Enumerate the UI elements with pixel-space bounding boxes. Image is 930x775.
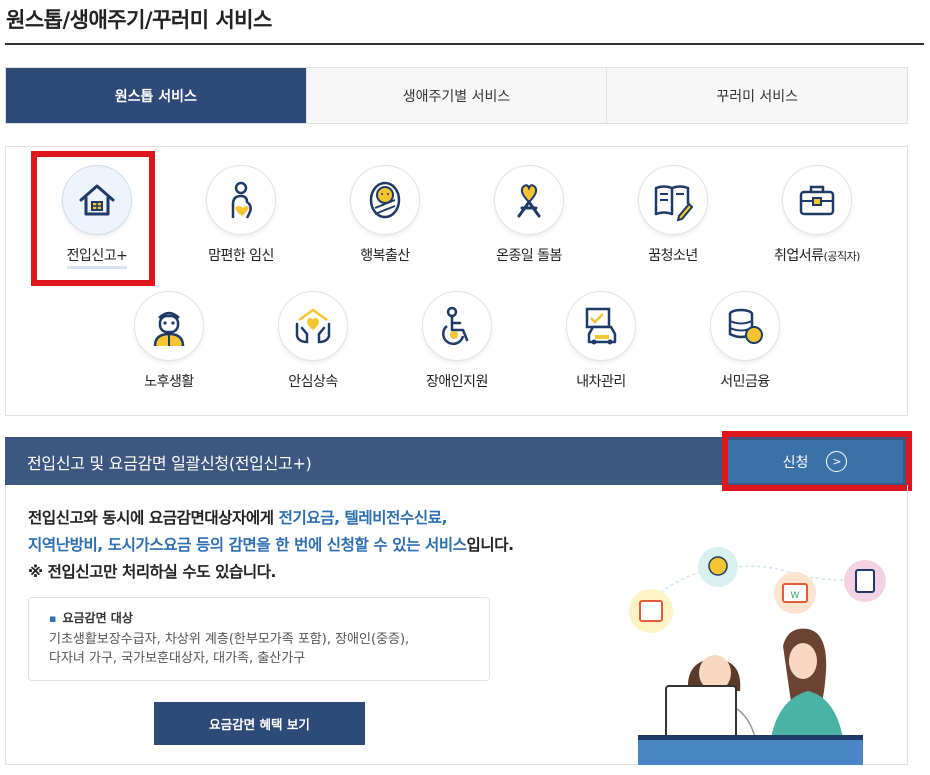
book-pencil-icon [638,165,708,235]
service-label: 장애인지원 [426,374,488,390]
service-description: 전입신고와 동시에 요금감면대상자에게 전기요금, 텔레비전수신료, 지역난방비… [28,509,514,581]
service-all-day-care[interactable]: 온종일 돌봄 [464,165,594,265]
page-title: 원스톱/생애주기/꾸러미 서비스 [6,8,272,32]
service-youth[interactable]: 꿈청소년 [608,165,738,265]
service-childbirth[interactable]: 행복출산 [320,165,450,265]
tab-lifecycle[interactable]: 생애주기별 서비스 [305,68,607,123]
view-benefits-button[interactable]: 요금감면 혜택 보기 [154,702,365,745]
car-document-icon [566,291,636,361]
service-move-in-report[interactable]: 전입신고+ [32,165,162,269]
house-icon [62,165,132,235]
service-label: 내차관리 [576,374,626,390]
svg-text:W: W [791,591,800,601]
tab-onestop[interactable]: 원스톱 서비스 [6,68,306,123]
chevron-right-icon: > [826,451,848,472]
banner-title: 전입신고 및 요금감면 일괄신청(전입신고+) [27,454,312,473]
service-tabs: 원스톱 서비스 생애주기별 서비스 꾸러미 서비스 [5,67,908,124]
service-inheritance[interactable]: 안심상속 [248,291,378,391]
tab-package[interactable]: 꾸러미 서비스 [606,68,908,123]
service-microfinance[interactable]: 서민금융 [680,291,810,391]
service-employment-docs[interactable]: 취업서류(공직자) [752,165,882,265]
service-label: 온종일 돌봄 [496,248,562,264]
service-disability-support[interactable]: 장애인지원 [392,291,522,391]
title-divider [5,43,924,45]
service-illustration: W [629,547,886,765]
boiler-icon [639,600,663,622]
coins-icon [710,291,780,361]
care-ribbon-icon [494,165,564,235]
service-label: 맘편한 임신 [208,248,274,264]
briefcase-icon [782,165,852,235]
service-car-management[interactable]: 내차관리 [536,291,666,391]
target-description: 기초생활보장수급자, 차상위 계층(한부모가족 포함), 장애인(중증), 다자… [49,632,410,666]
service-pregnancy[interactable]: 맘편한 임신 [176,165,306,265]
service-label: 노후생활 [144,374,194,390]
service-label: 행복출산 [360,248,410,264]
service-retirement[interactable]: 노후생활 [104,291,234,391]
laptop-icon [665,685,737,739]
service-grid: 전입신고+ 맘편한 임신 행복출산 온종일 돌봄 꿈청소년 취업서류(공직자) [5,146,908,416]
discount-target-box: 요금감면 대상 기초생활보장수급자, 차상위 계층(한부모가족 포함), 장애인… [28,597,490,681]
gas-meter-icon [855,569,875,593]
wheelchair-icon [422,291,492,361]
apply-label: 신청 [782,454,809,471]
apply-button[interactable]: 신청 > [727,440,903,483]
service-label: 안심상속 [288,374,338,390]
baby-icon [350,165,420,235]
service-label: 전입신고+ [66,245,128,269]
pregnancy-icon [206,165,276,235]
bulb-icon [708,556,728,576]
target-title: 요금감면 대상 [49,609,469,626]
service-label: 서민금융 [720,374,770,390]
service-label: 꿈청소년 [648,248,698,264]
service-label: 취업서류(공직자) [774,248,860,264]
senior-icon [134,291,204,361]
hands-heart-icon [278,291,348,361]
